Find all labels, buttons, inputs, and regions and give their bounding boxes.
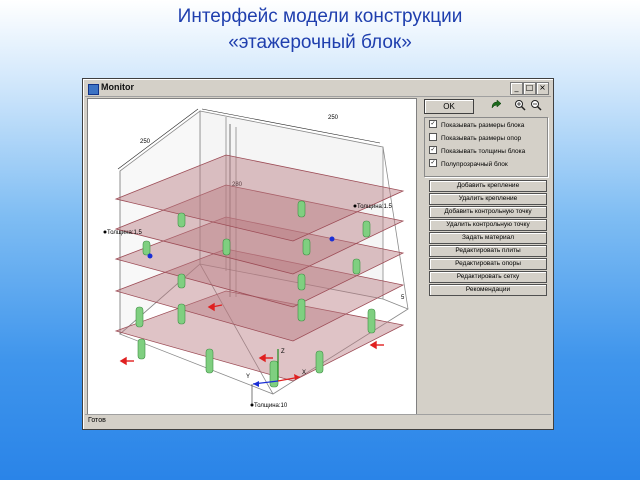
set-material-button[interactable]: Задать материал — [429, 232, 547, 244]
option-show-block-thickness[interactable]: ✓ Показывать толщины блока — [429, 146, 526, 157]
option-label: Полупрозрачный блок — [441, 161, 508, 168]
edit-mesh-button[interactable]: Редактировать сетку — [429, 271, 547, 283]
column — [177, 303, 186, 325]
monitor-window: Monitor _ □ × 250 250 280 5 Толщина:1.5 … — [82, 78, 554, 430]
dim-width-label: 250 — [328, 115, 339, 121]
add-control-point-button[interactable]: Добавить контрольную точку — [429, 206, 547, 218]
column — [297, 298, 306, 322]
column — [205, 348, 214, 374]
edit-supports-button[interactable]: Редактировать опоры — [429, 258, 547, 270]
column — [367, 308, 376, 334]
ok-button[interactable]: OK — [424, 99, 474, 114]
display-options-group: ✓ Показывать размеры блока Показывать раз… — [424, 117, 548, 177]
window-titlebar[interactable]: Monitor _ □ × — [85, 81, 551, 97]
edit-plates-button[interactable]: Редактировать плиты — [429, 245, 547, 257]
control-point-marker[interactable] — [329, 236, 335, 242]
zoom-in-icon[interactable] — [514, 99, 526, 111]
option-semitransparent-block[interactable]: ✓ Полупрозрачный блок — [429, 159, 508, 170]
thickness-label-left: Толщина:1.5 — [107, 230, 143, 236]
checkbox-show-block-thickness[interactable]: ✓ — [429, 146, 437, 155]
column — [269, 360, 279, 388]
dim-side-label: 5 — [401, 295, 405, 301]
window-title: Monitor — [101, 82, 134, 92]
status-bar: Готов — [85, 414, 551, 427]
option-show-support-sizes[interactable]: Показывать размеры опор — [429, 133, 522, 144]
option-label: Показывать толщины блока — [441, 148, 526, 155]
axis-y-label: Y — [246, 374, 250, 380]
column — [177, 273, 186, 289]
option-label: Показывать размеры блока — [441, 122, 525, 129]
option-label: Показывать размеры опор — [441, 135, 522, 142]
slide-title-line2: «этажерочный блок» — [228, 32, 412, 53]
checkbox-semitransparent-block[interactable]: ✓ — [429, 159, 437, 168]
status-text: Готов — [88, 417, 106, 424]
maximize-button[interactable]: □ — [523, 82, 536, 95]
rotate-icon[interactable] — [490, 99, 502, 111]
column — [362, 220, 371, 238]
recommendations-button[interactable]: Рекомендации — [429, 284, 547, 296]
minimize-button[interactable]: _ — [510, 82, 523, 95]
dim-depth-label: 250 — [140, 139, 151, 145]
column — [297, 273, 306, 291]
column — [177, 212, 186, 228]
column — [352, 258, 361, 275]
3d-viewport[interactable]: 250 250 280 5 Толщина:1.5 Толщина:1.5 То… — [87, 98, 417, 415]
axis-x-label: X — [302, 370, 306, 376]
remove-fixing-button[interactable]: Удалить крепление — [429, 193, 547, 205]
remove-control-point-button[interactable]: Удалить контрольную точку — [429, 219, 547, 231]
side-panel: OK ✓ Показывать размеры блока Показывать … — [421, 98, 549, 413]
column — [302, 238, 311, 256]
slide-title-line1: Интерфейс модели конструкции — [177, 6, 463, 27]
control-point-marker[interactable] — [147, 253, 153, 259]
column — [297, 200, 306, 218]
column — [137, 338, 146, 360]
app-icon — [88, 84, 99, 95]
add-fixing-button[interactable]: Добавить крепление — [429, 180, 547, 192]
axis-z-label: Z — [281, 349, 285, 355]
column — [135, 306, 144, 328]
column — [142, 240, 151, 256]
close-button[interactable]: × — [536, 82, 549, 95]
option-show-block-sizes[interactable]: ✓ Показывать размеры блока — [429, 120, 525, 131]
zoom-out-icon[interactable] — [530, 99, 542, 111]
checkbox-show-block-sizes[interactable]: ✓ — [429, 120, 437, 129]
thickness-label-right: Толщина:1.5 — [357, 204, 393, 210]
checkbox-show-support-sizes[interactable] — [429, 133, 437, 142]
slide-title: Интерфейс модели конструкции «этажерочны… — [0, 4, 640, 56]
column — [315, 350, 324, 374]
column — [222, 238, 231, 256]
thickness-label-bottom: Толщина:10 — [254, 403, 288, 409]
